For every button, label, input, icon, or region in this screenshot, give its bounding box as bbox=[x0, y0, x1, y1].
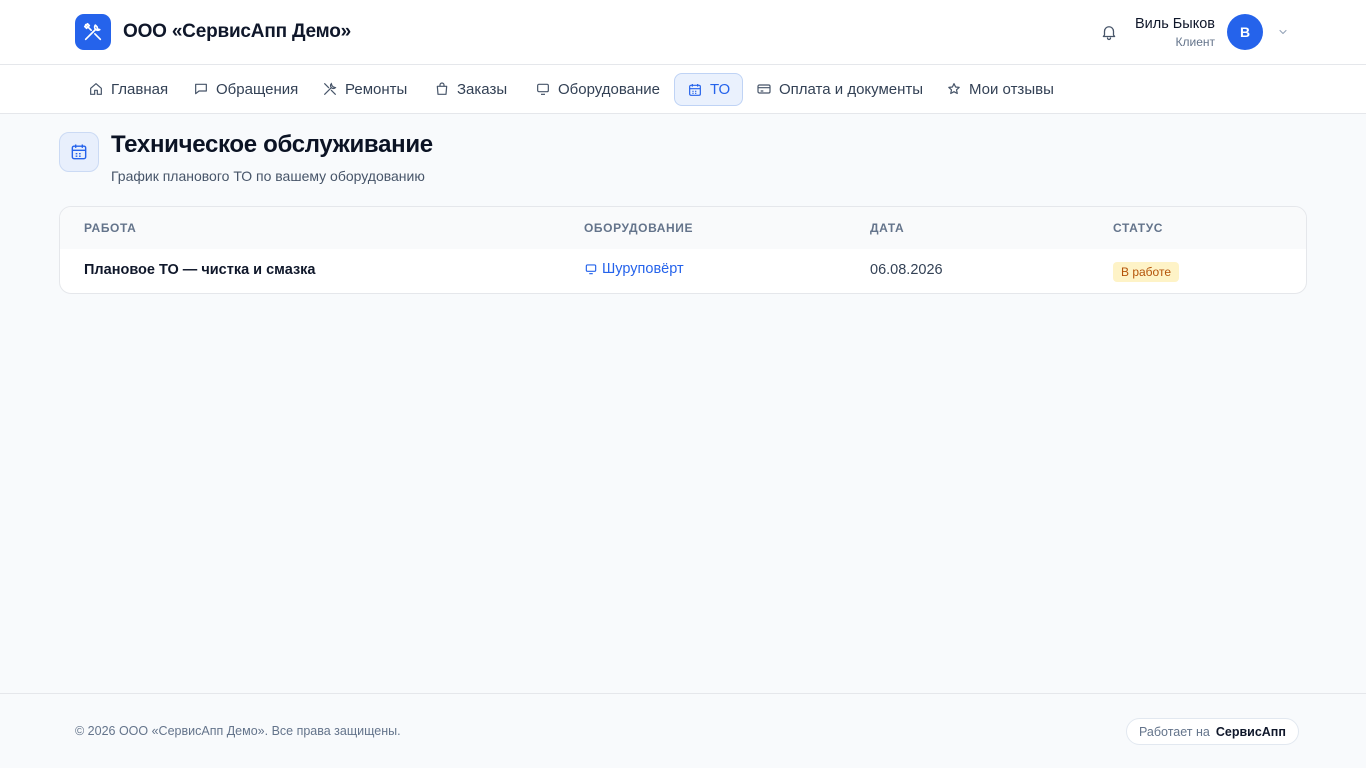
powered-by-brand: СервисАпп bbox=[1216, 725, 1286, 739]
date-cell: 06.08.2026 bbox=[870, 262, 943, 278]
column-header-date: ДАТА bbox=[870, 221, 904, 235]
nav-label: Оплата и документы bbox=[779, 81, 923, 98]
chevron-down-icon bbox=[1277, 26, 1289, 38]
user-role: Клиент bbox=[1176, 35, 1216, 49]
nav-item-orders[interactable]: Заказы bbox=[422, 73, 519, 105]
status-badge: В работе bbox=[1113, 262, 1179, 282]
column-header-work: РАБОТА bbox=[84, 221, 136, 235]
tools-icon bbox=[82, 21, 104, 43]
notifications-button[interactable] bbox=[1099, 22, 1119, 42]
nav-item-requests[interactable]: Обращения bbox=[181, 73, 310, 105]
column-header-status: СТАТУС bbox=[1113, 221, 1163, 235]
page-title: Техническое обслуживание bbox=[111, 131, 433, 159]
table-header: РАБОТА ОБОРУДОВАНИЕ ДАТА СТАТУС bbox=[60, 207, 1306, 249]
nav-item-maintenance[interactable]: ТО bbox=[674, 73, 743, 106]
chat-icon bbox=[193, 81, 209, 97]
nav-label: Заказы bbox=[457, 81, 507, 98]
work-cell: Плановое ТО — чистка и смазка bbox=[84, 262, 315, 278]
star-icon bbox=[946, 81, 962, 97]
calendar-icon bbox=[69, 142, 89, 162]
card-icon bbox=[756, 81, 772, 97]
wrench-icon bbox=[322, 81, 338, 97]
copyright-text: © 2026 ООО «СервисАпп Демо». Все права з… bbox=[75, 724, 401, 738]
nav-item-equipment[interactable]: Оборудование bbox=[523, 73, 672, 105]
calendar-icon bbox=[687, 82, 703, 98]
monitor-icon bbox=[584, 262, 598, 276]
nav-label: Ремонты bbox=[345, 81, 407, 98]
nav-label: Главная bbox=[111, 81, 168, 98]
nav-label: Оборудование bbox=[558, 81, 660, 98]
nav-item-reviews[interactable]: Мои отзывы bbox=[934, 73, 1066, 105]
nav-label: Мои отзывы bbox=[969, 81, 1054, 98]
footer: © 2026 ООО «СервисАпп Демо». Все права з… bbox=[0, 693, 1366, 768]
nav-item-home[interactable]: Главная bbox=[76, 73, 180, 105]
nav-item-repairs[interactable]: Ремонты bbox=[310, 73, 419, 105]
monitor-icon bbox=[535, 81, 551, 97]
maintenance-table: РАБОТА ОБОРУДОВАНИЕ ДАТА СТАТУС Плановое… bbox=[59, 206, 1307, 294]
table-row[interactable]: Плановое ТО — чистка и смазка Шуруповёрт… bbox=[60, 249, 1306, 294]
home-icon bbox=[88, 81, 104, 97]
page-icon bbox=[59, 132, 99, 172]
equipment-name: Шуруповёрт bbox=[602, 261, 684, 277]
main-nav: Главная Обращения Ремонты Заказы Оборудо… bbox=[0, 65, 1366, 114]
nav-item-payments[interactable]: Оплата и документы bbox=[744, 73, 935, 105]
column-header-equipment: ОБОРУДОВАНИЕ bbox=[584, 221, 693, 235]
user-menu-toggle[interactable] bbox=[1276, 25, 1290, 39]
nav-label: ТО bbox=[710, 81, 730, 98]
bag-icon bbox=[434, 81, 450, 97]
top-header: ООО «СервисАпп Демо» Виль Быков Клиент В bbox=[0, 0, 1366, 65]
nav-label: Обращения bbox=[216, 81, 298, 98]
bell-icon bbox=[1100, 23, 1118, 41]
brand-name[interactable]: ООО «СервисАпп Демо» bbox=[123, 21, 351, 43]
page-subtitle: График планового ТО по вашему оборудован… bbox=[111, 168, 425, 184]
avatar[interactable]: В bbox=[1227, 14, 1263, 50]
equipment-link[interactable]: Шуруповёрт bbox=[584, 261, 684, 277]
powered-by-prefix: Работает на bbox=[1139, 725, 1210, 739]
powered-by-badge[interactable]: Работает на СервисАпп bbox=[1126, 718, 1299, 745]
logo[interactable] bbox=[75, 14, 111, 50]
user-name: Виль Быков bbox=[1135, 16, 1215, 32]
